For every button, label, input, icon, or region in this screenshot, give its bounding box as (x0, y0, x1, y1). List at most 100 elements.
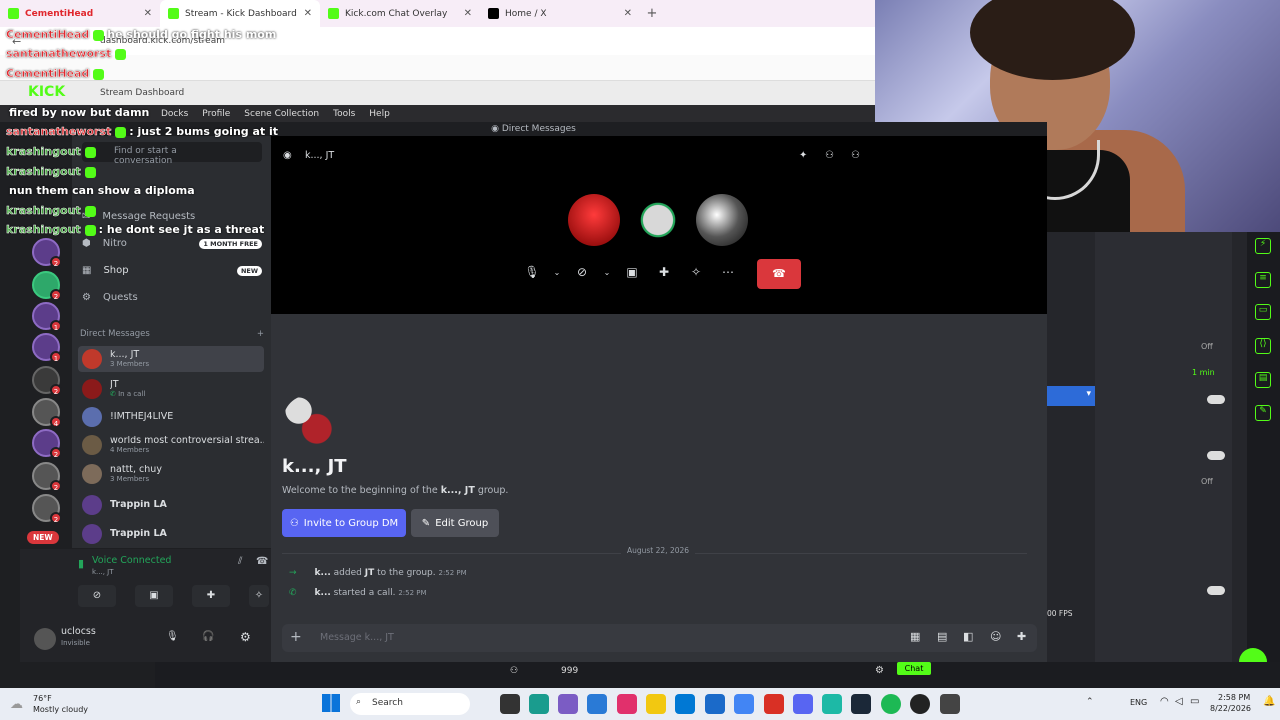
screenshare-icon[interactable]: ▣ (619, 259, 645, 285)
activities-button[interactable]: ✚ (192, 585, 230, 607)
menu-docks[interactable]: Docks (161, 109, 188, 119)
browser-tab[interactable]: CementiHead ✕ (0, 0, 160, 27)
browser-tab[interactable]: Home / X ✕ (480, 0, 640, 27)
invite-to-group-button[interactable]: ⚇ Invite to Group DM (282, 509, 406, 537)
server-icon[interactable]: 1 (32, 302, 62, 332)
taskbar-app-icon[interactable] (793, 694, 813, 714)
dm-item[interactable]: nattt, chuy 3 Members (78, 461, 264, 487)
chat-button[interactable]: Chat (897, 662, 931, 675)
gift-icon[interactable]: ▦ (910, 630, 920, 643)
pin-icon[interactable]: ✦ (799, 150, 807, 161)
leave-call-button[interactable]: ☎ (757, 259, 801, 289)
plus-icon[interactable]: + (290, 629, 302, 645)
nav-quests[interactable]: ⚙ Quests (82, 292, 262, 303)
emoji-icon[interactable]: ☺ (990, 630, 1001, 643)
dm-item[interactable]: JT ✆ In a call (78, 376, 264, 402)
dm-item[interactable]: Trappin LA (78, 521, 264, 547)
nav-nitro[interactable]: ⬢ Nitro 1 MONTH FREE (82, 238, 262, 249)
server-icon[interactable]: 1 (32, 333, 62, 363)
mic-toggle[interactable]: 🎙 (519, 259, 545, 285)
disconnect-icon[interactable]: ☎ (256, 556, 268, 567)
taskbar-app-icon[interactable] (910, 694, 930, 714)
taskbar-app-icon[interactable] (587, 694, 607, 714)
mic-icon[interactable]: 🎙 (166, 631, 179, 642)
close-tab-icon[interactable]: ✕ (304, 8, 312, 19)
server-icon[interactable]: 2 (32, 462, 62, 492)
dock-icon[interactable]: ▤ (1255, 372, 1271, 388)
headphones-icon[interactable]: 🎧 (202, 631, 214, 642)
add-dm-icon[interactable]: + (257, 329, 264, 339)
close-tab-icon[interactable]: ✕ (464, 8, 472, 19)
edit-group-button[interactable]: ✎ Edit Group (411, 509, 499, 537)
windows-start-icon[interactable] (322, 694, 340, 712)
selected-dropdown[interactable]: ▾ (1047, 386, 1095, 406)
activities-icon[interactable]: ✚ (651, 259, 677, 285)
search-input[interactable]: Find or start a conversation (82, 142, 262, 166)
dm-item[interactable]: !IMTHEJ4LIVE (78, 404, 264, 430)
taskbar-app-icon[interactable] (881, 694, 901, 714)
camera-toggle[interactable]: ⊘ (569, 259, 595, 285)
taskbar-app-icon[interactable] (705, 694, 725, 714)
members-icon[interactable]: ⚇ (851, 150, 860, 161)
taskbar-search[interactable]: ⌕ Search (350, 693, 470, 715)
apps-icon[interactable]: ✚ (1017, 630, 1026, 643)
camera-off-button[interactable]: ⊘ (78, 585, 116, 607)
menu-tools[interactable]: Tools (333, 109, 355, 119)
more-icon[interactable]: ⋯ (715, 259, 741, 285)
taskbar-app-icon[interactable] (500, 694, 520, 714)
server-icon[interactable]: 2 (32, 429, 62, 459)
taskbar-app-icon[interactable] (675, 694, 695, 714)
dock-icon[interactable]: ✎ (1255, 405, 1271, 421)
nav-shop[interactable]: ▦ Shop NEW (82, 265, 262, 276)
chevron-up-icon[interactable]: ⌃ (1086, 697, 1094, 707)
message-input[interactable]: + Message k..., JT ▦ ▤ ◧ ☺ ✚ (282, 624, 1037, 652)
dm-item-active[interactable]: k..., JT 3 Members (78, 346, 264, 372)
toggle[interactable] (1207, 395, 1225, 404)
user-avatar[interactable] (34, 628, 56, 650)
noise-suppression-icon[interactable]: ⫽ (238, 556, 242, 567)
taskbar-app-icon[interactable] (617, 694, 637, 714)
dock-icon[interactable]: ≡ (1255, 272, 1271, 288)
browser-tab[interactable]: Kick.com Chat Overlay ✕ (320, 0, 480, 27)
server-icon[interactable]: 2 (32, 494, 62, 524)
taskbar-app-icon[interactable] (734, 694, 754, 714)
server-icon[interactable]: 2 (32, 238, 62, 268)
soundboard-button[interactable]: ✧ (249, 585, 269, 607)
taskbar-app-icon[interactable] (558, 694, 578, 714)
soundboard-icon[interactable]: ✧ (683, 259, 709, 285)
toggle[interactable] (1207, 451, 1225, 460)
settings-gear-icon[interactable]: ⚙ (875, 665, 884, 676)
dm-item[interactable]: Trappin LA (78, 492, 264, 518)
chevron-down-icon[interactable]: ⌄ (551, 259, 563, 285)
menu-scene-collection[interactable]: Scene Collection (244, 109, 319, 119)
gif-icon[interactable]: ▤ (937, 630, 947, 643)
new-tab-icon[interactable]: + (640, 0, 664, 27)
notification-bell-icon[interactable]: 🔔 (1263, 696, 1275, 707)
taskbar-app-icon[interactable] (822, 694, 842, 714)
server-icon[interactable]: 4 (32, 398, 62, 428)
server-icon[interactable]: 2 (32, 271, 62, 301)
message-requests[interactable]: ✉ Message Requests (82, 211, 262, 222)
taskbar-app-icon[interactable] (646, 694, 666, 714)
menu-help[interactable]: Help (369, 109, 390, 119)
dock-icon[interactable]: ▭ (1255, 304, 1271, 320)
close-tab-icon[interactable]: ✕ (144, 8, 152, 19)
close-tab-icon[interactable]: ✕ (624, 8, 632, 19)
add-member-icon[interactable]: ⚇ (825, 150, 834, 161)
server-icon[interactable]: 2 (32, 366, 62, 396)
dm-item[interactable]: worlds most controversial strea... 4 Memb… (78, 432, 264, 458)
dock-icon[interactable]: ⟨⟩ (1255, 338, 1271, 354)
screenshare-button[interactable]: ▣ (135, 585, 173, 607)
browser-tab-active[interactable]: Stream - Kick Dashboard ✕ (160, 0, 320, 27)
volume-icon[interactable]: ◁ (1175, 696, 1183, 707)
sticker-icon[interactable]: ◧ (963, 630, 973, 643)
settings-gear-icon[interactable]: ⚙ (240, 630, 251, 644)
taskbar-app-icon[interactable] (529, 694, 549, 714)
dock-icon[interactable]: ⚡ (1255, 238, 1271, 254)
chevron-down-icon[interactable]: ⌄ (601, 259, 613, 285)
taskbar-app-icon[interactable] (764, 694, 784, 714)
taskbar-app-icon[interactable] (851, 694, 871, 714)
taskbar-app-icon[interactable] (940, 694, 960, 714)
menu-profile[interactable]: Profile (202, 109, 230, 119)
toggle[interactable] (1207, 586, 1225, 595)
